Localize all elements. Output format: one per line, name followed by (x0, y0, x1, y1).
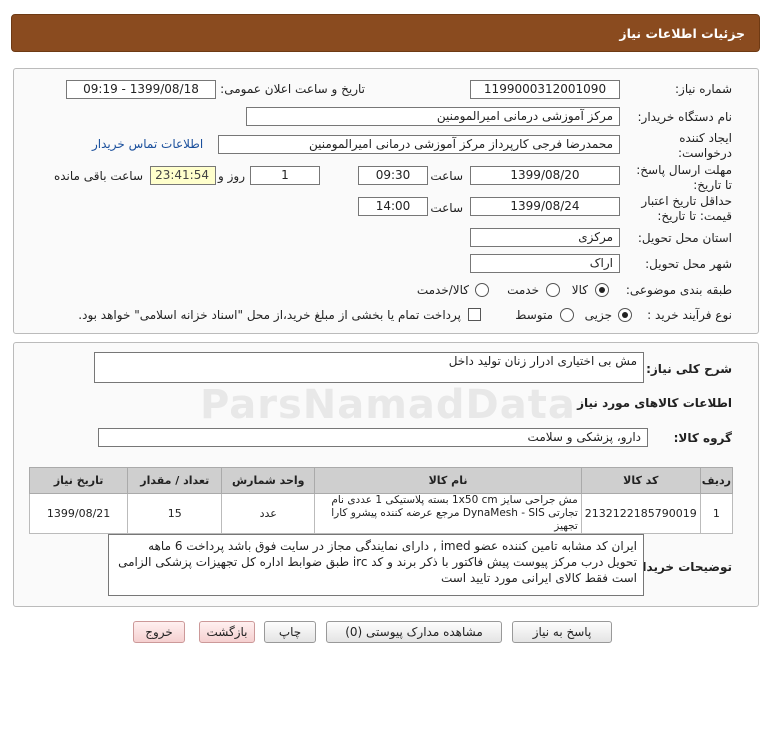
col-unit: واحد شمارش (221, 467, 316, 494)
row-index: 1 (699, 493, 734, 534)
col-name: نام کالا (314, 467, 582, 494)
category-option-goods-service: کالا/خدمت (416, 283, 469, 297)
items-table-header-row: ردیف کد کالا نام کالا واحد شمارش تعداد /… (28, 467, 734, 494)
items-table: ردیف کد کالا نام کالا واحد شمارش تعداد /… (28, 467, 734, 534)
treasury-payment-note: پرداخت تمام یا بخشی از مبلغ خرید،از محل … (78, 308, 461, 322)
validity-label-1: حداقل تاریخ اعتبار (641, 194, 732, 208)
treasury-payment-checkbox[interactable] (468, 308, 481, 321)
contact-buyer-link[interactable]: اطلاعات تماس خریدار (92, 137, 203, 151)
province-field: مرکزی (470, 228, 620, 247)
buyer-label: نام دستگاه خریدار: (637, 110, 733, 124)
validity-time-field: 14:00 (358, 197, 428, 216)
creator-label-1: ایجاد کننده (679, 131, 732, 145)
validity-date-field: 1399/08/24 (470, 197, 620, 216)
process-label: نوع فرآیند خرید : (647, 308, 732, 322)
row-unit: عدد (221, 493, 316, 534)
days-label: روز و (218, 169, 245, 183)
creator-label-2: درخواست: (678, 146, 732, 160)
deadline-label-1: مهلت ارسال پاسخ: (636, 163, 732, 177)
category-option-service: خدمت (507, 283, 539, 297)
process-radio-medium[interactable] (560, 308, 574, 322)
row-name: مش جراحی سایز 1x50 cm بسته پلاستیکی 1 عد… (314, 493, 582, 534)
days-field: 1 (250, 166, 320, 185)
category-radio-goods-service[interactable] (475, 283, 489, 297)
summary-label: شرح کلی نیاز: (646, 362, 732, 376)
process-option-minor: جزیی (584, 308, 612, 322)
table-row: 1 2132122185790019 مش جراحی سایز 1x50 cm… (28, 493, 734, 534)
process-option-medium: متوسط (515, 308, 553, 322)
category-radio-goods[interactable] (595, 283, 609, 297)
summary-field: مش بی اختیاری ادرار زنان تولید داخل (94, 352, 644, 383)
buyer-notes-field: ایران کد مشابه تامین کننده عضو imed , دا… (108, 534, 644, 596)
remaining-label: ساعت باقی مانده (53, 169, 143, 183)
view-attachments-button[interactable]: مشاهده مدارک پیوستی (0) (326, 621, 502, 643)
buyer-field: مرکز آموزشی درمانی امیرالمومنین (246, 107, 620, 126)
category-option-goods: کالا (571, 283, 588, 297)
announce-label: تاریخ و ساعت اعلان عمومی: (220, 82, 365, 96)
contact-buyer-link-text[interactable]: اطلاعات تماس خریدار (92, 137, 203, 151)
back-button[interactable]: بازگشت (199, 621, 255, 643)
validity-time-label: ساعت (430, 201, 463, 215)
need-number-label: شماره نیاز: (675, 82, 732, 96)
validity-label-2: قیمت: تا تاریخ: (657, 209, 732, 223)
remaining-time-field: 23:41:54 (150, 166, 216, 185)
deadline-date-field: 1399/08/20 (470, 166, 620, 185)
deadline-time-field: 09:30 (358, 166, 428, 185)
deadline-label-2: تا تاریخ: (693, 178, 732, 192)
announce-field: 1399/08/18 - 09:19 (66, 80, 216, 99)
category-radio-service[interactable] (546, 283, 560, 297)
exit-button[interactable]: خروج (133, 621, 185, 643)
reply-button[interactable]: پاسخ به نیاز (512, 621, 612, 643)
col-index: ردیف (699, 467, 734, 494)
col-code: کد کالا (580, 467, 701, 494)
page-header: جزئیات اطلاعات نیاز (11, 14, 760, 52)
row-qty: 15 (127, 493, 223, 534)
creator-field: محمدرضا فرجی کارپرداز مرکز آموزشی درمانی… (218, 135, 620, 154)
col-qty: تعداد / مقدار (127, 467, 223, 494)
page-title: جزئیات اطلاعات نیاز (619, 26, 745, 41)
goods-group-field: دارو، پزشکی و سلامت (98, 428, 648, 447)
city-field: اراک (470, 254, 620, 273)
process-radio-minor[interactable] (618, 308, 632, 322)
goods-section-title: اطلاعات کالاهای مورد نیاز (577, 396, 732, 410)
goods-group-label: گروه کالا: (673, 431, 732, 445)
row-date: 1399/08/21 (28, 493, 129, 534)
deadline-time-label: ساعت (430, 169, 463, 183)
city-label: شهر محل تحویل: (645, 257, 732, 271)
province-label: استان محل تحویل: (637, 231, 732, 245)
print-button[interactable]: چاپ (264, 621, 316, 643)
need-number-field: 1199000312001090 (470, 80, 620, 99)
row-code: 2132122185790019 (580, 493, 701, 534)
col-date: تاریخ نیاز (28, 467, 129, 494)
category-label: طبقه بندی موضوعی: (625, 283, 732, 297)
buyer-notes-label: توضیحات خریدار: (630, 560, 732, 574)
